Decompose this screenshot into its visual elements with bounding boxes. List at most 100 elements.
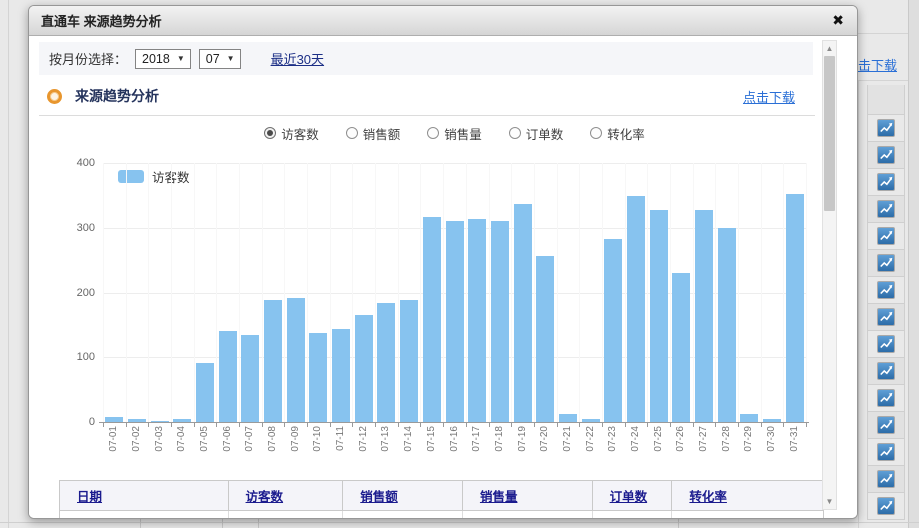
radio-icon[interactable] (509, 127, 521, 139)
scroll-down-icon[interactable]: ▼ (823, 497, 836, 506)
gridline (398, 163, 399, 422)
x-axis-tick (352, 423, 353, 427)
x-axis-tick (171, 423, 172, 427)
bar-07-19[interactable] (514, 204, 532, 422)
sort-link-3[interactable]: 销售量 (480, 486, 518, 505)
bar-07-15[interactable] (423, 217, 441, 422)
scrollbar-thumb[interactable] (824, 56, 835, 211)
y-axis-tick-label: 0 (57, 416, 95, 428)
download-link[interactable]: 点击下载 (743, 87, 795, 106)
gridline (239, 163, 240, 422)
bar-07-03[interactable] (151, 421, 169, 422)
year-select[interactable]: 2018 ▼ (135, 49, 191, 69)
trend-chart-icon[interactable] (877, 416, 895, 434)
bar-07-02[interactable] (128, 419, 146, 422)
recent-30-days-link[interactable]: 最近30天 (271, 49, 324, 68)
bar-07-18[interactable] (491, 221, 509, 422)
trend-chart-icon[interactable] (877, 470, 895, 488)
bar-07-01[interactable] (105, 417, 123, 422)
trend-chart-icon[interactable] (877, 146, 895, 164)
bg-column-border (858, 80, 859, 528)
bar-07-12[interactable] (355, 315, 373, 422)
x-axis-tick (466, 423, 467, 427)
radio-selected-icon[interactable] (264, 127, 276, 139)
bar-07-17[interactable] (468, 219, 486, 422)
radio-icon[interactable] (427, 127, 439, 139)
x-axis-tick (602, 423, 603, 427)
bg-table-row (867, 493, 905, 520)
bar-07-07[interactable] (241, 335, 259, 422)
bar-07-21[interactable] (559, 414, 577, 422)
x-axis-tick (262, 423, 263, 427)
dialog-scrollbar[interactable]: ▲ ▼ (822, 40, 837, 510)
radio-icon[interactable] (590, 127, 602, 139)
x-axis-tick (670, 423, 671, 427)
bar-07-24[interactable] (627, 196, 645, 422)
trend-chart-icon[interactable] (877, 119, 895, 137)
bar-07-27[interactable] (695, 210, 713, 422)
radio-icon[interactable] (346, 127, 358, 139)
trend-chart-icon[interactable] (877, 227, 895, 245)
bar-07-22[interactable] (582, 419, 600, 422)
table-cell (228, 511, 343, 518)
trend-chart-icon[interactable] (877, 200, 895, 218)
bar-07-26[interactable] (672, 273, 690, 422)
table-header-cell: 日期 (60, 481, 228, 510)
month-select[interactable]: 07 ▼ (199, 49, 241, 69)
trend-chart-icon[interactable] (877, 497, 895, 515)
sort-link-4[interactable]: 订单数 (610, 486, 648, 505)
bg-table-row (867, 304, 905, 331)
x-axis-tick-label: 07-29 (743, 426, 755, 472)
bar-07-06[interactable] (219, 331, 237, 422)
bg-table-row (867, 250, 905, 277)
bar-07-23[interactable] (604, 239, 622, 422)
x-axis-tick-label: 07-04 (176, 426, 188, 472)
bar-07-25[interactable] (650, 210, 668, 422)
x-axis-tick-label: 07-02 (131, 426, 143, 472)
x-axis-tick (806, 423, 807, 427)
bar-07-14[interactable] (400, 300, 418, 422)
bar-07-29[interactable] (740, 414, 758, 422)
bar-07-30[interactable] (763, 419, 781, 422)
bar-07-04[interactable] (173, 419, 191, 422)
x-axis-tick-label: 07-26 (675, 426, 687, 472)
sort-link-0[interactable]: 日期 (77, 486, 102, 505)
bar-07-31[interactable] (786, 194, 804, 422)
close-icon[interactable]: ✖ (832, 12, 844, 28)
bar-07-08[interactable] (264, 300, 282, 422)
trend-chart-icon[interactable] (877, 254, 895, 272)
trend-chart-icon[interactable] (877, 308, 895, 326)
metric-radio-label: 访客数 (281, 124, 319, 143)
section-bullet-icon (47, 89, 62, 104)
sort-link-5[interactable]: 转化率 (689, 486, 727, 505)
bar-07-28[interactable] (718, 228, 736, 422)
bar-07-16[interactable] (446, 221, 464, 422)
x-axis-tick-label: 07-01 (108, 426, 120, 472)
x-axis-tick (693, 423, 694, 427)
bar-07-20[interactable] (536, 256, 554, 422)
data-table: 日期 访客数 销售额 销售量 订单数 转化率 (59, 480, 824, 518)
bg-table-row (867, 277, 905, 304)
gridline (330, 163, 331, 422)
gridline (375, 163, 376, 422)
x-axis-tick (647, 423, 648, 427)
bar-07-13[interactable] (377, 303, 395, 422)
table-header-cell: 销售额 (342, 481, 462, 510)
trend-chart-icon[interactable] (877, 335, 895, 353)
section-header: 来源趋势分析 点击下载 (29, 84, 857, 108)
trend-chart-icon[interactable] (877, 362, 895, 380)
sort-link-1[interactable]: 访客数 (246, 486, 284, 505)
trend-chart-icon[interactable] (877, 389, 895, 407)
table-cell (671, 511, 823, 518)
year-select-value: 2018 (142, 52, 170, 66)
bar-07-11[interactable] (332, 329, 350, 422)
bar-07-10[interactable] (309, 333, 327, 422)
sort-link-2[interactable]: 销售额 (360, 486, 398, 505)
bar-07-09[interactable] (287, 298, 305, 422)
trend-chart-icon[interactable] (877, 281, 895, 299)
trend-chart-icon[interactable] (877, 443, 895, 461)
scroll-up-icon[interactable]: ▲ (823, 44, 836, 53)
gridline (352, 163, 353, 422)
trend-chart-icon[interactable] (877, 173, 895, 191)
bar-07-05[interactable] (196, 363, 214, 422)
